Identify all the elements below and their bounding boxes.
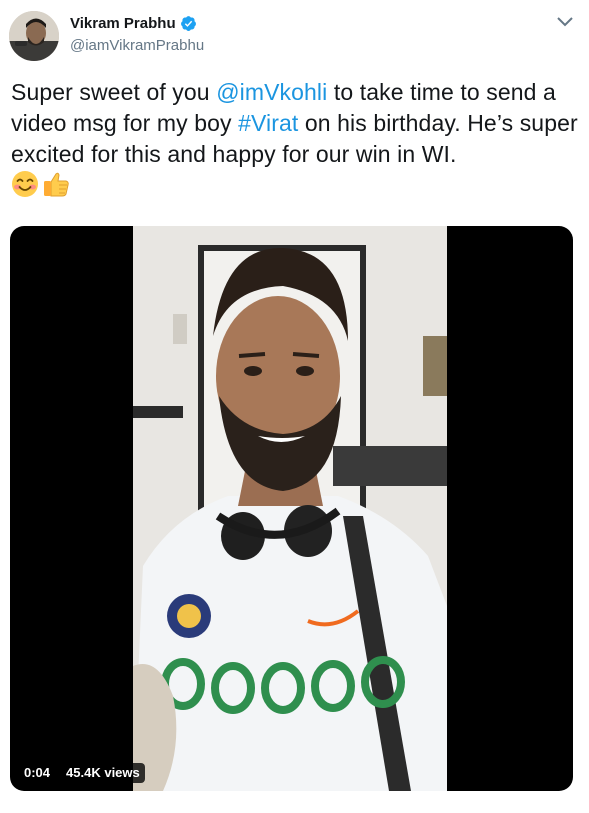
avatar-image xyxy=(9,11,59,61)
tweet-text: Super sweet of you @imVkohli to take tim… xyxy=(11,77,581,170)
video-badges: 0:04 45.4K views xyxy=(19,763,145,783)
name-row: Vikram Prabhu xyxy=(70,15,197,32)
hashtag-link[interactable]: #Virat xyxy=(238,110,298,136)
thumbs-up-icon xyxy=(42,170,70,198)
user-handle[interactable]: @iamVikramPrabhu xyxy=(70,37,204,54)
video-view-count: 45.4K views xyxy=(61,763,145,783)
mention-link[interactable]: @imVkohli xyxy=(216,79,327,105)
avatar[interactable] xyxy=(9,11,59,61)
video-duration: 0:04 xyxy=(19,763,56,783)
tweet-text-segment: Super sweet of you xyxy=(11,79,217,105)
tweet: Vikram Prabhu @iamVikramPrabhu Super swe… xyxy=(0,0,589,813)
emoji-row xyxy=(11,170,70,198)
display-name[interactable]: Vikram Prabhu xyxy=(70,15,176,32)
video-frame xyxy=(133,226,447,791)
verified-badge-icon xyxy=(180,15,197,32)
more-options-chevron-down-icon[interactable] xyxy=(556,15,574,29)
video-player[interactable]: 0:04 45.4K views xyxy=(10,226,573,791)
smiling-face-icon xyxy=(11,170,39,198)
